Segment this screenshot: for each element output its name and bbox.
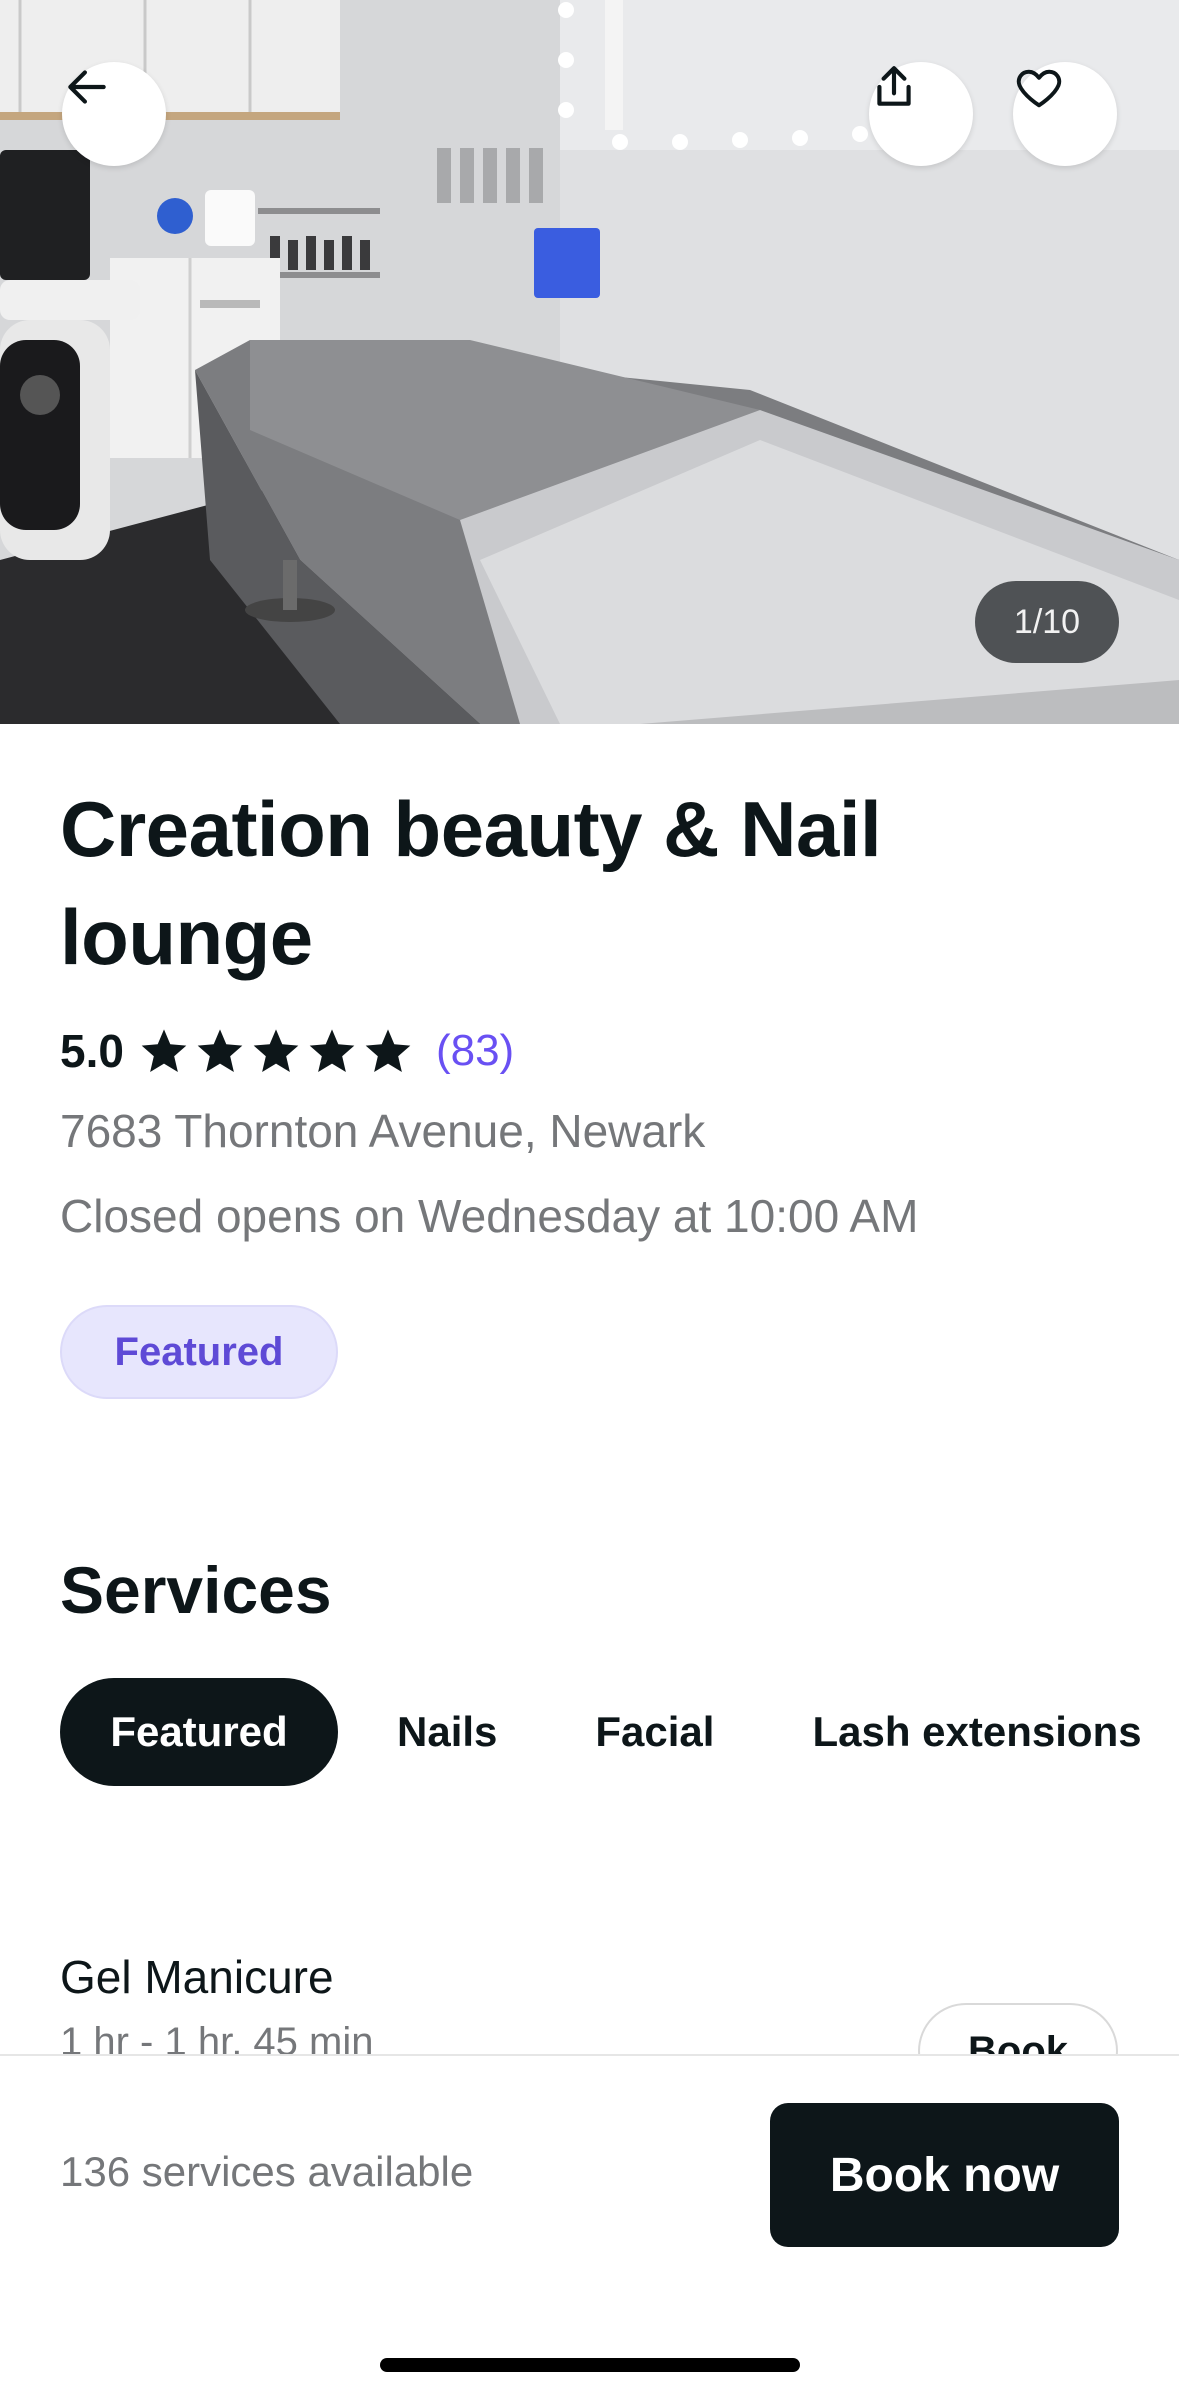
favorite-button[interactable] bbox=[1013, 62, 1117, 166]
star-icon bbox=[253, 1029, 299, 1073]
home-indicator[interactable] bbox=[380, 2358, 800, 2372]
book-now-button[interactable]: Book now bbox=[770, 2103, 1119, 2247]
services-category-tabs: Featured Nails Facial Lash extensions bbox=[60, 1678, 1179, 1786]
photo-counter: 1/10 bbox=[975, 581, 1119, 663]
share-icon bbox=[877, 66, 911, 106]
opening-hours[interactable]: Closed opens on Wednesday at 10:00 AM bbox=[60, 1189, 918, 1243]
share-button[interactable] bbox=[869, 62, 973, 166]
rating-stars bbox=[138, 1025, 414, 1077]
review-count-link[interactable]: (83) bbox=[436, 1026, 514, 1076]
venue-title: Creation beauty & Nail lounge bbox=[60, 785, 882, 981]
tab-facial[interactable]: Facial bbox=[546, 1678, 763, 1786]
back-button[interactable] bbox=[62, 62, 166, 166]
heart-icon bbox=[1016, 69, 1062, 108]
venue-photo-gallery[interactable]: 1/10 bbox=[0, 0, 1179, 724]
star-icon bbox=[197, 1029, 243, 1073]
tab-lash-extensions[interactable]: Lash extensions bbox=[763, 1678, 1179, 1786]
rating-row[interactable]: 5.0 (83) bbox=[60, 1018, 514, 1084]
star-icon bbox=[309, 1029, 355, 1073]
tab-nails[interactable]: Nails bbox=[348, 1678, 546, 1786]
star-icon bbox=[365, 1029, 411, 1073]
tab-featured[interactable]: Featured bbox=[60, 1678, 338, 1786]
star-icon bbox=[141, 1029, 187, 1073]
featured-badge: Featured bbox=[60, 1305, 338, 1399]
services-heading: Services bbox=[60, 1553, 332, 1627]
booking-bar: 136 services available Book now bbox=[0, 2054, 1179, 2398]
rating-value: 5.0 bbox=[60, 1025, 124, 1077]
services-available-count: 136 services available bbox=[60, 2148, 474, 2195]
venue-address[interactable]: 7683 Thornton Avenue, Newark bbox=[60, 1104, 705, 1158]
arrow-left-icon bbox=[68, 70, 106, 104]
service-item-name: Gel Manicure bbox=[60, 1951, 334, 2003]
